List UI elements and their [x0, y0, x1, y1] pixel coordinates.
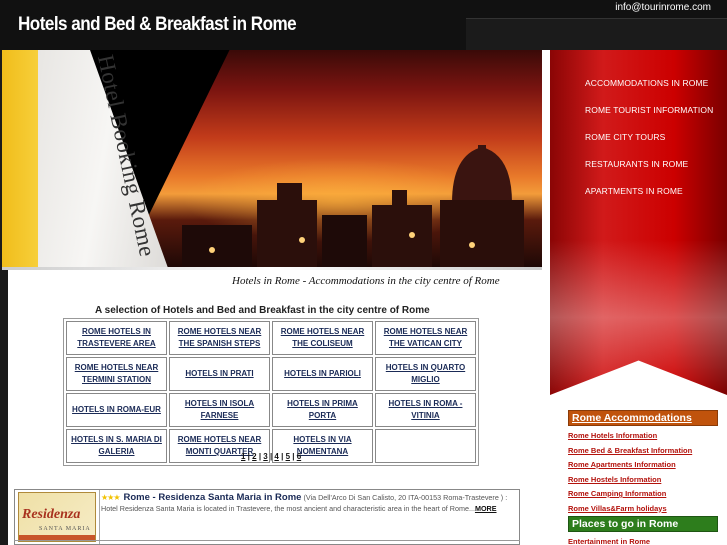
right-nav-menu: ACCOMMODATIONS IN ROME ROME TOURIST INFO…	[585, 78, 713, 213]
hotel-thumbnail[interactable]: Residenza SANTA MARIA	[18, 492, 96, 542]
nav-item-tourist-info[interactable]: ROME TOURIST INFORMATION	[585, 105, 713, 115]
grid-cell-empty	[375, 429, 476, 463]
side-heading-accommodations[interactable]: Rome Accommodations	[568, 410, 718, 426]
grid-row: ROME HOTELS IN TRASTEVERE AREA ROME HOTE…	[66, 321, 476, 355]
area-link-eur[interactable]: HOTELS IN ROMA-EUR	[69, 404, 164, 416]
hero-banner: Hotel Booking Rome	[2, 50, 542, 268]
side-link-apartments[interactable]: Rome Apartments Information	[568, 458, 718, 473]
header-panel	[466, 18, 727, 50]
side-heading-places: Places to go in Rome	[568, 516, 718, 532]
area-link-coliseum[interactable]: ROME HOTELS NEAR THE COLISEUM	[275, 326, 370, 350]
banner-yellow-strip	[2, 50, 38, 268]
nav-item-apartments[interactable]: APARTMENTS IN ROME	[585, 186, 713, 196]
nav-item-accommodations[interactable]: ACCOMMODATIONS IN ROME	[585, 78, 713, 88]
thumbnail-logo-subtext: SANTA MARIA	[39, 526, 91, 532]
banner-divider	[2, 267, 542, 270]
side-link-bnb[interactable]: Rome Bed & Breakfast Information	[568, 444, 718, 459]
banner-caption: Hotels in Rome - Accommodations in the c…	[232, 275, 500, 287]
site-header: Hotels and Bed & Breakfast in Rome info@…	[0, 0, 727, 50]
area-link-prima-porta[interactable]: HOTELS IN PRIMA PORTA	[275, 398, 370, 422]
area-link-vatican[interactable]: ROME HOTELS NEAR THE VATICAN CITY	[378, 326, 473, 350]
grid-cell: HOTELS IN PARIOLI	[272, 357, 373, 391]
page-link[interactable]: 4	[274, 452, 278, 461]
area-link-spanish-steps[interactable]: ROME HOTELS NEAR THE SPANISH STEPS	[172, 326, 267, 350]
more-link[interactable]: MORE	[475, 504, 497, 513]
grid-cell: HOTELS IN ROMA-EUR	[66, 393, 167, 427]
next-listing-edge	[14, 540, 520, 545]
page-link[interactable]: 5	[286, 452, 290, 461]
hotel-area-grid: ROME HOTELS IN TRASTEVERE AREA ROME HOTE…	[63, 318, 479, 466]
grid-row: HOTELS IN ROMA-EUR HOTELS IN ISOLA FARNE…	[66, 393, 476, 427]
grid-cell: HOTELS IN ISOLA FARNESE	[169, 393, 270, 427]
page-link[interactable]: 2	[252, 452, 256, 461]
grid-cell: ROME HOTELS NEAR TERMINI STATION	[66, 357, 167, 391]
rome-skyline-silhouette	[182, 145, 524, 268]
contact-email[interactable]: info@tourinrome.com	[615, 2, 711, 13]
grid-cell: HOTELS IN QUARTO MIGLIO	[375, 357, 476, 391]
side-link-villas[interactable]: Rome Villas&Farm holidays	[568, 502, 718, 517]
area-link-parioli[interactable]: HOTELS IN PARIOLI	[275, 368, 370, 380]
area-link-isola-farnese[interactable]: HOTELS IN ISOLA FARNESE	[172, 398, 267, 422]
area-link-prati[interactable]: HOTELS IN PRATI	[172, 368, 267, 380]
side-link-hotels[interactable]: Rome Hotels Information	[568, 429, 718, 444]
grid-cell: HOTELS IN S. MARIA DI GALERIA	[66, 429, 167, 463]
grid-cell: HOTELS IN PRATI	[169, 357, 270, 391]
grid-cell: HOTELS IN ROMA - VITINIA	[375, 393, 476, 427]
pagination: 1 | 2 | 3 | 4 | 5 | 6	[241, 452, 302, 461]
nav-item-restaurants[interactable]: RESTAURANTS IN ROME	[585, 159, 713, 169]
grid-cell: ROME HOTELS NEAR THE COLISEUM	[272, 321, 373, 355]
area-link-vitinia[interactable]: HOTELS IN ROMA - VITINIA	[378, 398, 473, 422]
area-link-termini[interactable]: ROME HOTELS NEAR TERMINI STATION	[69, 362, 164, 386]
site-title: Hotels and Bed & Breakfast in Rome	[18, 14, 297, 35]
hotel-listing: Residenza SANTA MARIA ★★★ Rome - Residen…	[14, 489, 520, 545]
side-links: Rome Accommodations Rome Hotels Informat…	[568, 410, 718, 545]
grid-cell: ROME HOTELS NEAR THE SPANISH STEPS	[169, 321, 270, 355]
side-link-entertainment[interactable]: Entertainment in Rome	[568, 535, 718, 545]
hotel-address: (Via Dell'Arco Di San Calisto, 20 ITA-00…	[303, 493, 504, 502]
listing-separator	[99, 490, 100, 544]
side-link-camping[interactable]: Rome Camping Information	[568, 487, 718, 502]
nav-swoosh	[550, 240, 727, 395]
grid-cell: HOTELS IN PRIMA PORTA	[272, 393, 373, 427]
page-link[interactable]: 1	[241, 452, 245, 461]
hotel-name-link[interactable]: Rome - Residenza Santa Maria in Rome	[124, 492, 302, 503]
thumbnail-logo-text: Residenza	[22, 507, 81, 522]
side-link-hostels[interactable]: Rome Hostels Information	[568, 473, 718, 488]
grid-cell: ROME HOTELS IN TRASTEVERE AREA	[66, 321, 167, 355]
grid-cell: ROME HOTELS NEAR THE VATICAN CITY	[375, 321, 476, 355]
listing-body: ★★★ Rome - Residenza Santa Maria in Rome…	[101, 492, 516, 514]
area-link-quarto-miglio[interactable]: HOTELS IN QUARTO MIGLIO	[378, 362, 473, 386]
area-link-trastevere[interactable]: ROME HOTELS IN TRASTEVERE AREA	[69, 326, 164, 350]
star-rating-icon: ★★★	[101, 493, 120, 502]
page-link[interactable]: 6	[297, 452, 301, 461]
right-nav-panel: ACCOMMODATIONS IN ROME ROME TOURIST INFO…	[550, 50, 727, 395]
grid-row: ROME HOTELS NEAR TERMINI STATION HOTELS …	[66, 357, 476, 391]
page-link[interactable]: 3	[263, 452, 267, 461]
area-link-santa-maria-galeria[interactable]: HOTELS IN S. MARIA DI GALERIA	[69, 434, 164, 458]
nav-item-city-tours[interactable]: ROME CITY TOURS	[585, 132, 713, 142]
section-title: A selection of Hotels and Bed and Breakf…	[95, 305, 430, 316]
